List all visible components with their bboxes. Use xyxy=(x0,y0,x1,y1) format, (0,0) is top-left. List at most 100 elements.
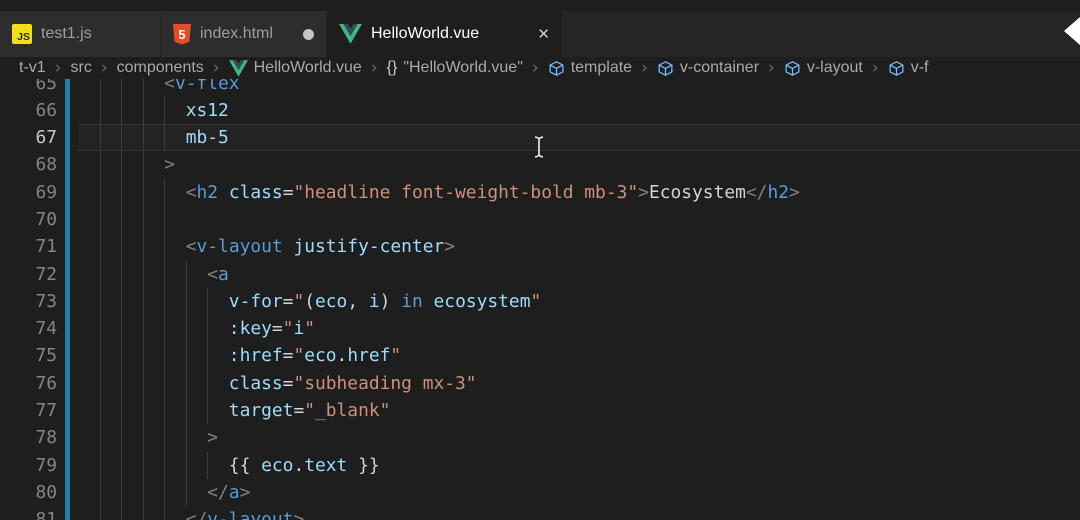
token: > xyxy=(638,181,649,203)
code-line-81[interactable]: 81 </v-layout> xyxy=(0,506,1080,520)
breadcrumb-item-t-v1[interactable]: t-v1 xyxy=(19,59,46,77)
code-line-66[interactable]: 66 xs12 xyxy=(0,96,1080,125)
code-line-80[interactable]: 80 </a> xyxy=(0,478,1080,507)
close-icon[interactable]: ✕ xyxy=(537,27,550,42)
code-line-77[interactable]: 77 target="_blank" xyxy=(0,397,1080,425)
code-text: <a xyxy=(78,261,229,288)
line-number: 72 xyxy=(35,263,57,285)
breadcrumb-label: v-f xyxy=(910,59,929,76)
breadcrumb-item-components[interactable]: components xyxy=(117,59,204,77)
code-line-73[interactable]: 73 v-for="(eco, i) in ecosystem" xyxy=(0,287,1080,316)
breadcrumb-item-v-f[interactable]: v-f xyxy=(888,59,929,77)
token: " xyxy=(530,290,542,312)
code-text: <h2 class="headline font-weight-bold mb-… xyxy=(78,179,800,206)
modified-gutter-indicator xyxy=(57,478,78,507)
vue-icon xyxy=(228,59,248,77)
breadcrumb-item--helloworld-vue-[interactable]: {} "HelloWorld.vue" xyxy=(387,59,523,77)
token: . xyxy=(293,454,305,476)
js-icon: JS xyxy=(12,24,32,44)
token: > xyxy=(788,181,800,203)
tab-index-html[interactable]: 5 index.html xyxy=(161,11,326,57)
modified-gutter-indicator xyxy=(57,124,78,152)
token: v-flex xyxy=(174,79,240,94)
code-content: :key="i" xyxy=(78,315,1080,343)
code-line-74[interactable]: 74 :key="i" xyxy=(0,315,1080,343)
token: " xyxy=(282,318,294,340)
breadcrumb-label: components xyxy=(116,59,204,76)
token: justify-center xyxy=(293,236,445,258)
code-text: {{ eco.text }} xyxy=(78,452,380,479)
token: :href xyxy=(228,345,283,367)
token: xs12 xyxy=(185,99,229,121)
code-line-78[interactable]: 78 > xyxy=(0,424,1080,452)
code-line-76[interactable]: 76 class="subheading mx-3" xyxy=(0,369,1080,398)
token: ) xyxy=(379,290,402,312)
line-number: 75 xyxy=(35,345,57,367)
cube-icon xyxy=(785,60,800,76)
code-content: </a> xyxy=(78,478,1080,507)
code-content: <v-layout justify-center> xyxy=(78,233,1080,261)
code-text: </v-layout> xyxy=(78,506,305,520)
modified-gutter-indicator xyxy=(57,451,78,480)
breadcrumb-item-src[interactable]: src xyxy=(70,59,91,77)
code-content: </v-layout> xyxy=(78,506,1080,520)
code-line-69[interactable]: 69 <h2 class="headline font-weight-bold … xyxy=(0,178,1080,207)
breadcrumb-item-v-container[interactable]: v-container xyxy=(657,59,759,77)
tab-label: HelloWorld.vue xyxy=(371,25,480,42)
code-line-79[interactable]: 79 {{ eco.text }} xyxy=(0,451,1080,480)
code-text: > xyxy=(78,151,175,178)
token: < xyxy=(207,263,219,285)
line-number: 66 xyxy=(35,99,57,121)
token: " xyxy=(293,290,305,312)
tab-test1-js[interactable]: JS test1.js xyxy=(0,11,160,57)
tab-label: test1.js xyxy=(41,25,92,42)
breadcrumb-label: t-v1 xyxy=(19,59,46,76)
token: , xyxy=(347,290,369,312)
token: text xyxy=(304,454,348,476)
token: = xyxy=(282,345,294,367)
breadcrumb-item-template[interactable]: template xyxy=(548,59,632,77)
token: < xyxy=(185,236,197,258)
code-text: target="_blank" xyxy=(78,397,391,424)
token: eco xyxy=(315,290,348,312)
token: ( xyxy=(304,290,315,312)
code-line-70[interactable]: 70 xyxy=(0,205,1080,234)
breadcrumb-separator-icon: › xyxy=(370,58,378,78)
breadcrumb-label: template xyxy=(570,59,633,76)
tab-label: index.html xyxy=(200,25,273,42)
modified-gutter-indicator xyxy=(57,79,78,98)
code-line-72[interactable]: 72 <a xyxy=(0,260,1080,289)
token: i xyxy=(368,290,380,312)
code-content: > xyxy=(78,424,1080,452)
code-line-71[interactable]: 71 <v-layout justify-center> xyxy=(0,233,1080,261)
line-number: 65 xyxy=(35,79,57,94)
code-text: :href="eco.href" xyxy=(78,342,401,369)
token: v-layout xyxy=(196,236,283,258)
code-line-65[interactable]: 65 <v-flex xyxy=(0,79,1080,98)
breadcrumb-item-v-layout[interactable]: v-layout xyxy=(784,59,863,77)
breadcrumb-separator-icon: › xyxy=(641,58,648,78)
modified-gutter-indicator xyxy=(57,369,78,398)
line-number: 80 xyxy=(35,481,57,503)
token: < xyxy=(164,79,175,94)
token: " xyxy=(304,318,316,340)
breadcrumb-item-helloworld-vue[interactable]: HelloWorld.vue xyxy=(228,59,362,77)
token: "headline font-weight-bold mb-3" xyxy=(293,181,639,203)
code-text: :key="i" xyxy=(78,315,315,342)
tab-helloworld-vue[interactable]: HelloWorld.vue ✕ xyxy=(327,11,562,57)
code-content: <h2 class="headline font-weight-bold mb-… xyxy=(78,178,1080,206)
breadcrumb-separator-icon: › xyxy=(212,58,220,78)
line-number: 77 xyxy=(35,400,57,422)
line-number: 81 xyxy=(35,509,57,520)
code-content: class="subheading mx-3" xyxy=(78,369,1080,398)
token: = xyxy=(293,400,305,422)
code-text: <v-flex xyxy=(78,79,240,97)
vscode-window: JS test1.js 5 index.html HelloWorld.vue ✕ t-v… xyxy=(0,0,1080,520)
braces-icon: {} xyxy=(386,59,398,76)
modified-gutter-indicator xyxy=(57,151,78,179)
token: ecosystem xyxy=(433,290,531,312)
modified-gutter-indicator xyxy=(57,205,78,234)
code-line-75[interactable]: 75 :href="eco.href" xyxy=(0,342,1080,371)
